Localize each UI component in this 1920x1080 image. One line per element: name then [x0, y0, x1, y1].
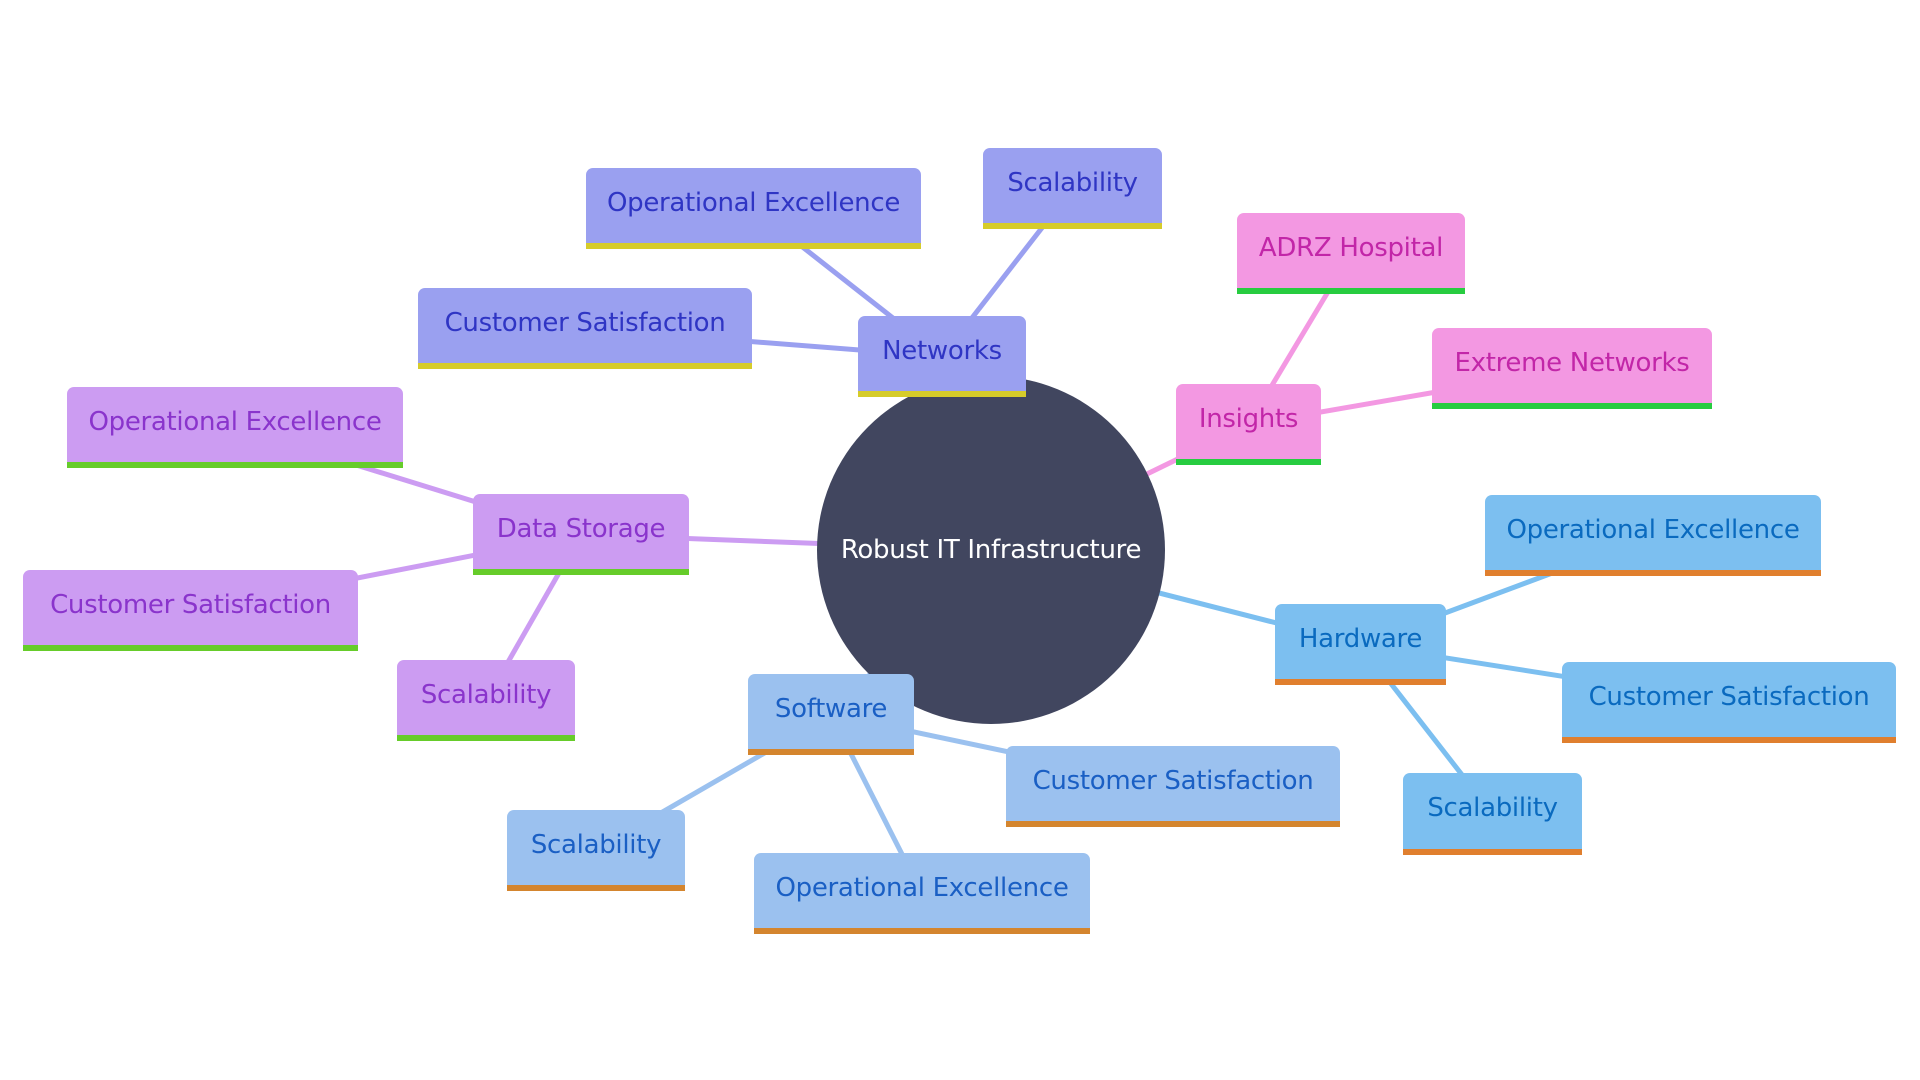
- branch-label: Insights: [1198, 403, 1299, 434]
- leaf-label: Customer Satisfaction: [1032, 765, 1314, 796]
- leaf-node-hardware-scalability[interactable]: Scalability: [1403, 773, 1582, 855]
- leaf-label: Operational Excellence: [1506, 514, 1800, 545]
- leaf-label: Operational Excellence: [606, 187, 901, 218]
- leaf-node-data-storage-operational-excellence[interactable]: Operational Excellence: [67, 387, 403, 468]
- leaf-label: Customer Satisfaction: [50, 589, 331, 620]
- leaf-node-data-storage-scalability[interactable]: Scalability: [397, 660, 575, 741]
- branch-node-hardware[interactable]: Hardware: [1275, 604, 1446, 685]
- branch-label: Data Storage: [496, 513, 666, 544]
- leaf-label: Scalability: [1007, 167, 1138, 198]
- leaf-node-networks-scalability[interactable]: Scalability: [983, 148, 1162, 229]
- branch-node-insights[interactable]: Insights: [1176, 384, 1321, 465]
- branch-label: Hardware: [1298, 623, 1423, 654]
- branch-node-data-storage[interactable]: Data Storage: [473, 494, 689, 575]
- leaf-node-networks-operational-excellence[interactable]: Operational Excellence: [586, 168, 921, 249]
- leaf-label: Scalability: [530, 829, 662, 860]
- leaf-node-hardware-operational-excellence[interactable]: Operational Excellence: [1485, 495, 1821, 576]
- leaf-node-data-storage-customer-satisfaction[interactable]: Customer Satisfaction: [23, 570, 358, 651]
- branch-node-networks[interactable]: Networks: [858, 316, 1026, 397]
- leaf-node-hardware-customer-satisfaction[interactable]: Customer Satisfaction: [1562, 662, 1896, 743]
- branch-node-software[interactable]: Software: [748, 674, 914, 755]
- leaf-label: Scalability: [1427, 793, 1558, 823]
- leaf-label: ADRZ Hospital: [1258, 232, 1444, 263]
- leaf-node-software-operational-excellence[interactable]: Operational Excellence: [754, 853, 1090, 934]
- leaf-node-software-customer-satisfaction[interactable]: Customer Satisfaction: [1006, 746, 1340, 827]
- leaf-node-insights-adrz-hospital[interactable]: ADRZ Hospital: [1237, 213, 1465, 294]
- mind-map: Robust IT Infrastructure Networks Operat…: [0, 0, 1920, 1080]
- leaf-node-networks-customer-satisfaction[interactable]: Customer Satisfaction: [418, 288, 752, 369]
- leaf-label: Operational Excellence: [88, 406, 382, 437]
- leaf-label: Operational Excellence: [775, 872, 1069, 903]
- root-label: Robust IT Infrastructure: [840, 535, 1142, 565]
- leaf-node-insights-extreme-networks[interactable]: Extreme Networks: [1432, 328, 1712, 409]
- leaf-label: Extreme Networks: [1454, 347, 1690, 378]
- leaf-label: Customer Satisfaction: [1588, 681, 1870, 712]
- branch-label: Software: [774, 693, 888, 724]
- leaf-label: Scalability: [420, 679, 552, 710]
- root-node[interactable]: Robust IT Infrastructure: [817, 376, 1165, 724]
- leaf-label: Customer Satisfaction: [444, 307, 726, 338]
- leaf-node-software-scalability[interactable]: Scalability: [507, 810, 685, 891]
- branch-label: Networks: [882, 335, 1002, 366]
